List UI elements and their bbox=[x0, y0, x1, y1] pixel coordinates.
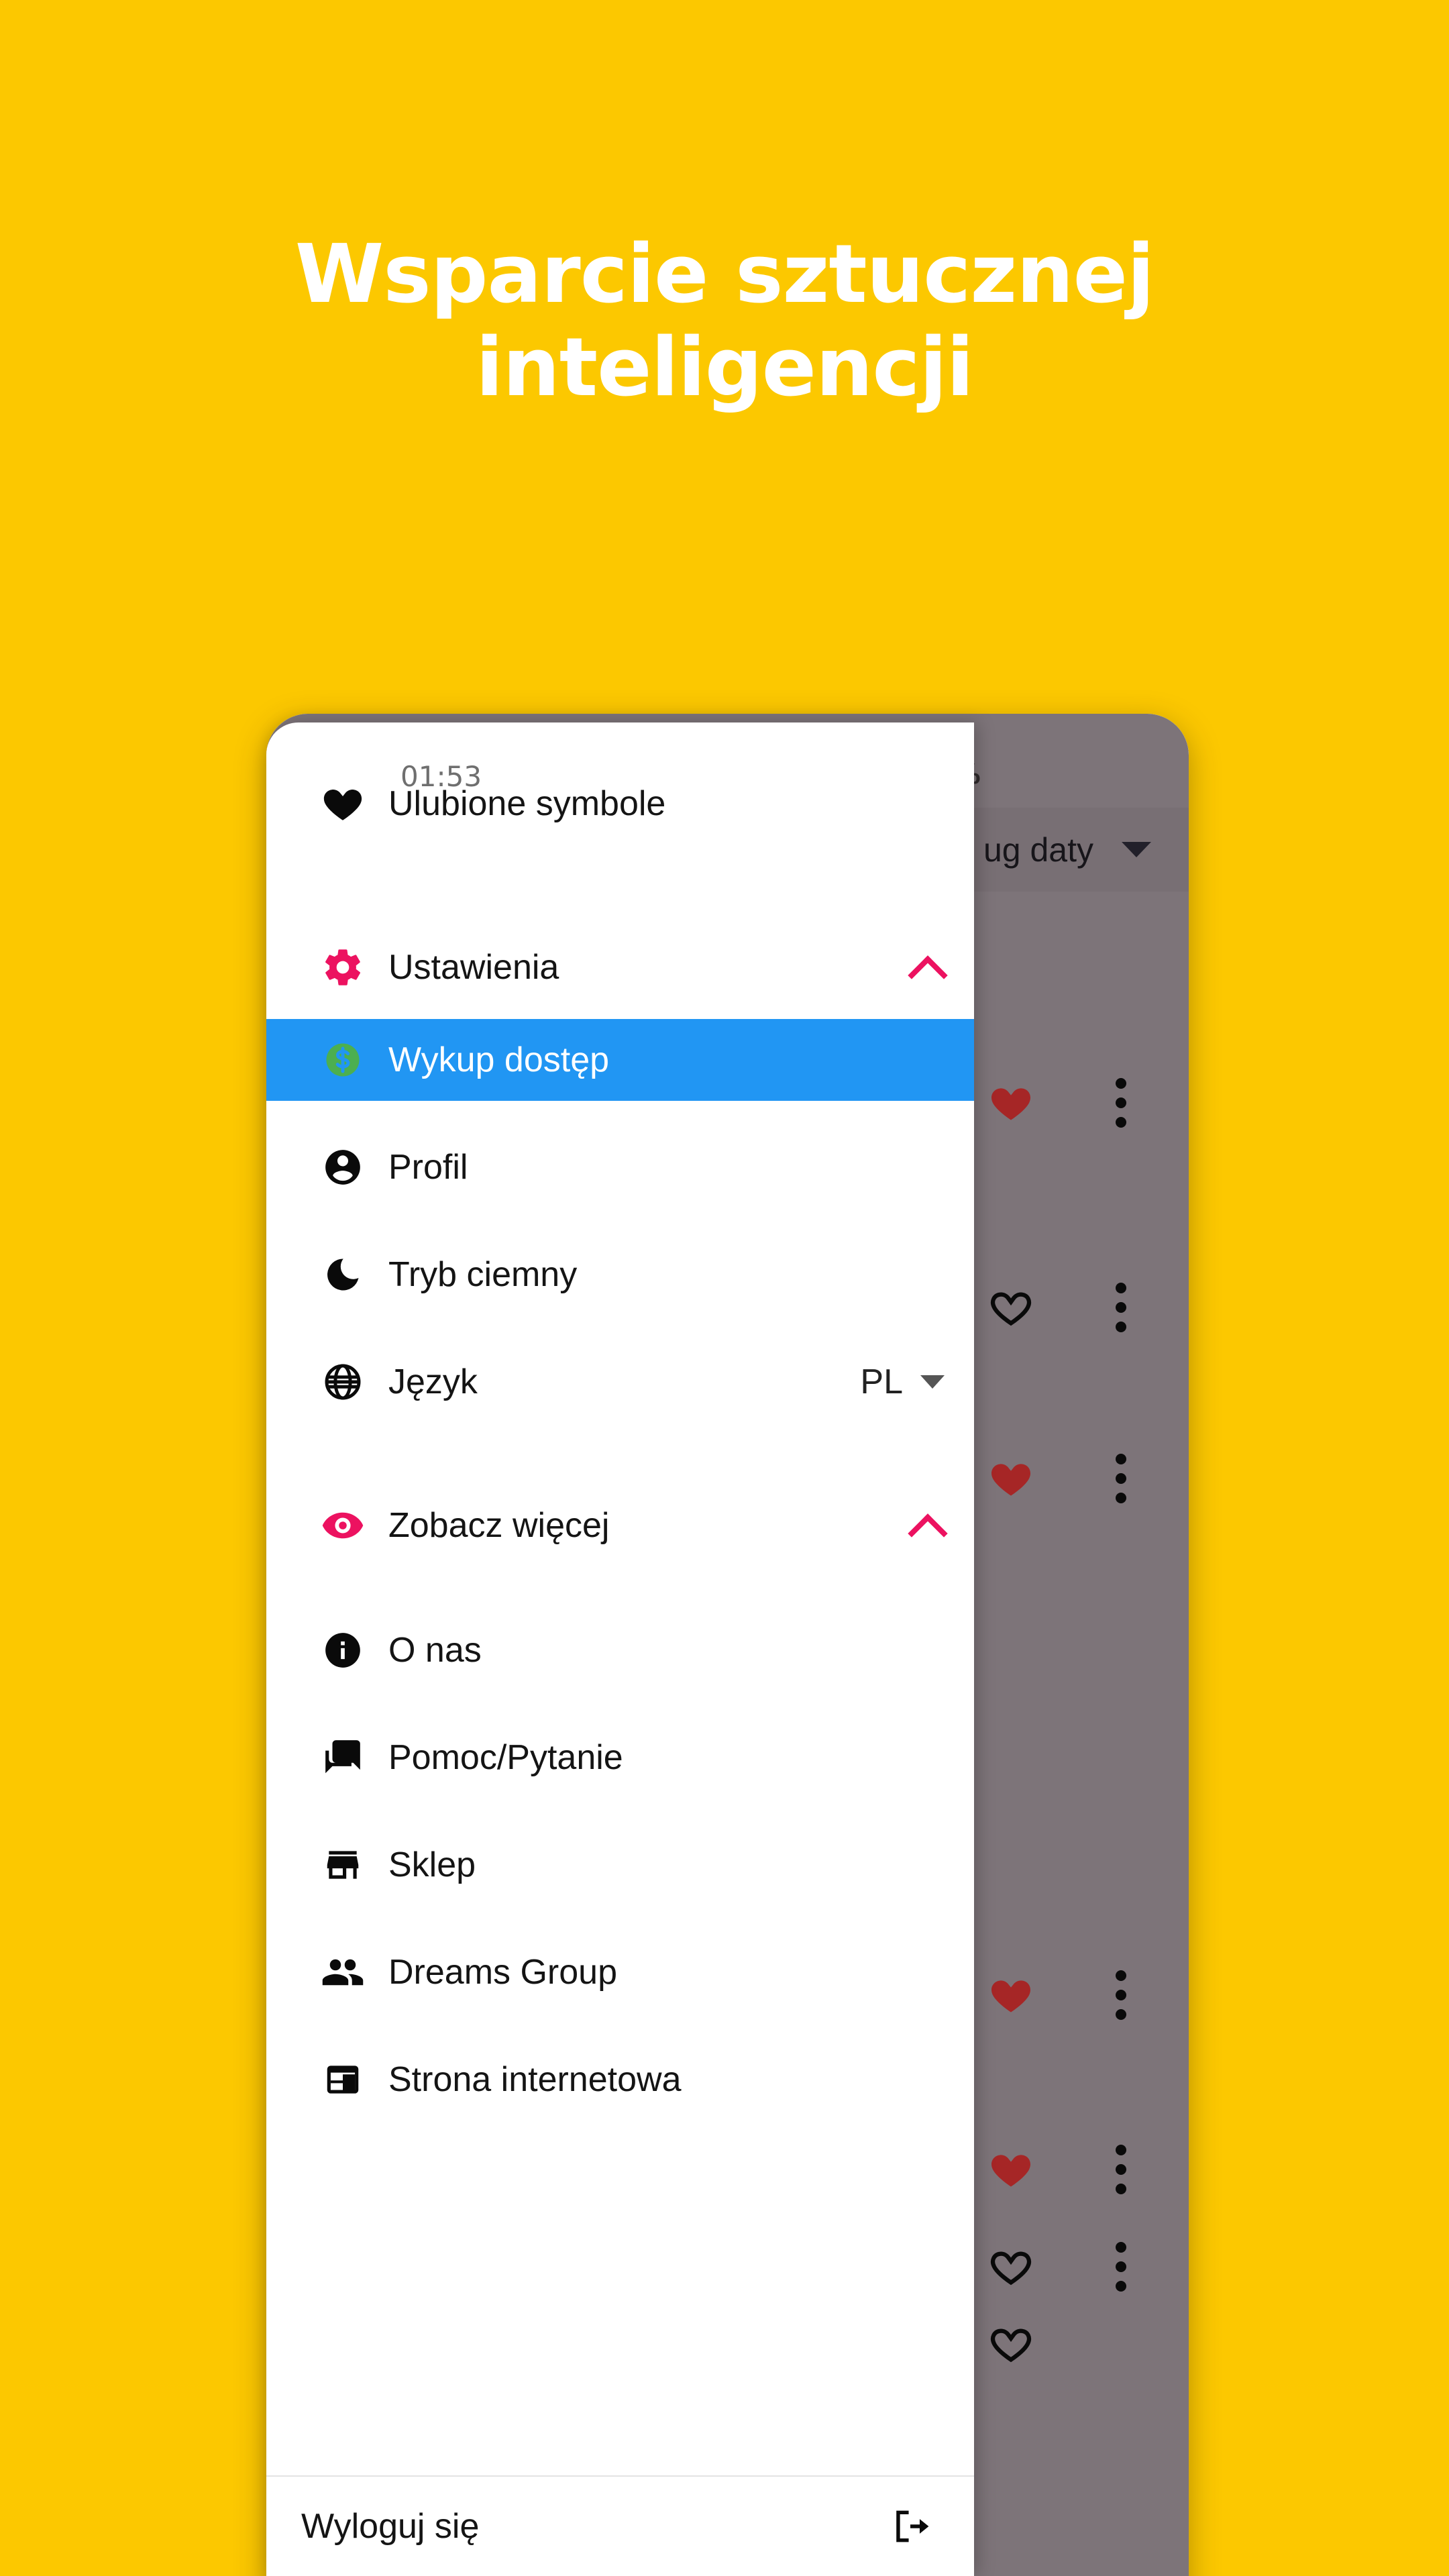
moon-icon bbox=[304, 1254, 382, 1295]
eye-icon bbox=[304, 1503, 382, 1548]
caret-down-icon[interactable] bbox=[1122, 842, 1151, 857]
sidebar-item-label: Język bbox=[388, 1362, 478, 1401]
money-icon bbox=[304, 1039, 382, 1081]
more-vert-icon[interactable] bbox=[1116, 1078, 1126, 1128]
more-vert-icon[interactable] bbox=[1116, 1454, 1126, 1503]
heart-filled-icon[interactable] bbox=[985, 2147, 1036, 2192]
sidebar-item-jezyk[interactable]: Język PL bbox=[266, 1341, 974, 1423]
sidebar-item-sklep[interactable]: Sklep bbox=[266, 1824, 974, 1906]
more-vert-icon[interactable] bbox=[1116, 2145, 1126, 2194]
gear-icon bbox=[304, 946, 382, 989]
more-vert-icon[interactable] bbox=[1116, 1970, 1126, 2020]
sidebar-item-profil[interactable]: Profil bbox=[266, 1126, 974, 1208]
sidebar-item-label: Profil bbox=[388, 1148, 468, 1187]
logout-label: Wyloguj się bbox=[301, 2507, 480, 2546]
sidebar-item-o-nas[interactable]: O nas bbox=[266, 1609, 974, 1691]
sidebar-item-pomoc-pytanie[interactable]: Pomoc/Pytanie bbox=[266, 1717, 974, 1799]
heart-outline-icon[interactable] bbox=[985, 1285, 1036, 1330]
drawer-title: Ulubione symbole bbox=[388, 784, 666, 823]
sidebar-item-label: Tryb ciemny bbox=[388, 1255, 578, 1294]
heart-outline-icon[interactable] bbox=[985, 2244, 1036, 2290]
navigation-drawer: 01:53 Ulubione symbole Ustawienia Wykup bbox=[266, 722, 974, 2576]
account-circle-icon bbox=[304, 1146, 382, 1188]
chevron-up-icon[interactable] bbox=[908, 949, 945, 985]
people-icon bbox=[304, 1950, 382, 1994]
sidebar-item-wykup-dostep[interactable]: Wykup dostęp bbox=[266, 1019, 974, 1101]
sort-label: ug daty bbox=[983, 830, 1093, 869]
drawer-section-settings[interactable]: Ustawienia bbox=[266, 926, 974, 1008]
info-icon bbox=[304, 1629, 382, 1671]
chevron-up-icon[interactable] bbox=[908, 1507, 945, 1544]
heart-filled-icon[interactable] bbox=[985, 1972, 1036, 2018]
heart-filled-icon bbox=[304, 782, 382, 826]
drawer-header: 01:53 Ulubione symbole bbox=[266, 722, 974, 883]
sidebar-item-label: Wykup dostęp bbox=[388, 1040, 610, 1079]
drawer-section-zobacz-wiecej[interactable]: Zobacz więcej bbox=[266, 1485, 974, 1566]
page-title: Wsparcie sztucznej inteligencji bbox=[294, 228, 1155, 415]
drawer-section-settings-label: Ustawienia bbox=[388, 948, 559, 987]
logout-icon[interactable] bbox=[890, 2506, 931, 2547]
web-asset-icon bbox=[304, 2059, 382, 2100]
sidebar-item-label: Strona internetowa bbox=[388, 2060, 682, 2099]
sidebar-item-label: Dreams Group bbox=[388, 1953, 617, 1992]
heart-filled-icon[interactable] bbox=[985, 1080, 1036, 1126]
more-vert-icon[interactable] bbox=[1116, 1283, 1126, 1332]
sidebar-item-label: Sklep bbox=[388, 1845, 476, 1884]
drawer-section-more-label: Zobacz więcej bbox=[388, 1506, 610, 1545]
more-vert-icon[interactable] bbox=[1116, 2242, 1126, 2292]
globe-icon bbox=[304, 1361, 382, 1403]
language-value: PL bbox=[860, 1362, 903, 1401]
sidebar-item-strona-internetowa[interactable]: Strona internetowa bbox=[266, 2039, 974, 2121]
store-icon bbox=[304, 1844, 382, 1886]
sidebar-item-label: Pomoc/Pytanie bbox=[388, 1738, 623, 1777]
sidebar-item-dreams-group[interactable]: Dreams Group bbox=[266, 1931, 974, 2013]
heart-filled-icon[interactable] bbox=[985, 1456, 1036, 1501]
question-answer-icon bbox=[304, 1737, 382, 1778]
drawer-favorites-title-row[interactable]: Ulubione symbole bbox=[266, 782, 974, 826]
sidebar-item-label: O nas bbox=[388, 1631, 482, 1670]
logout-button[interactable]: Wyloguj się bbox=[266, 2475, 974, 2576]
sidebar-item-tryb-ciemny[interactable]: Tryb ciemny bbox=[266, 1234, 974, 1316]
caret-down-icon[interactable] bbox=[920, 1375, 945, 1389]
heart-outline-icon[interactable] bbox=[985, 2321, 1036, 2367]
